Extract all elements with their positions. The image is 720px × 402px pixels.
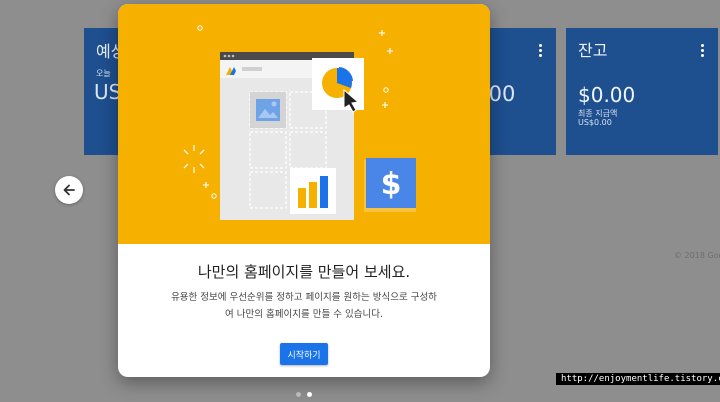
card-amount: $0.00: [578, 83, 636, 107]
start-button[interactable]: 시작하기: [280, 343, 328, 365]
more-vert-icon[interactable]: [539, 44, 542, 57]
dialog-title: 나만의 홈페이지를 만들어 보세요.: [197, 263, 411, 281]
description-line: 유용한 정보에 우선순위를 정하고 페이지를 원하는 방식으로 구성하: [171, 292, 437, 303]
page-dot-active[interactable]: [307, 392, 312, 397]
svg-text:$: $: [381, 167, 402, 202]
card-title: 잔고: [578, 41, 608, 60]
homepage-illustration: $: [183, 25, 416, 220]
dialog-description: 유용한 정보에 우선순위를 정하고 페이지를 원하는 방식으로 구성하 여 나만…: [148, 289, 460, 323]
card-subtitle: 오늘: [96, 69, 111, 78]
last-payment-amount: US$0.00: [578, 118, 612, 127]
back-button[interactable]: [55, 176, 83, 204]
onboarding-dialog: $ 나만의 홈페이지를 만들어 보세요. 유용한 정보에 우선순위를 정하고 페…: [118, 4, 490, 377]
bar-chart-icon: [290, 168, 336, 214]
copyright-text: © 2018 Goo: [674, 251, 720, 260]
image-icon: [250, 92, 286, 128]
balance-card: 잔고 $0.00 최종 지급액 US$0.00: [566, 28, 718, 155]
hero-illustration: $: [118, 4, 490, 244]
arrow-left-icon: [63, 184, 75, 196]
description-line: 여 나만의 홈페이지를 만들 수 있습니다.: [225, 309, 383, 320]
watermark-text: http://enjoymentlife.tistory.com: [556, 373, 720, 385]
more-vert-icon[interactable]: [701, 44, 704, 57]
dollar-icon: $: [364, 158, 416, 212]
page-dot[interactable]: [296, 392, 301, 397]
